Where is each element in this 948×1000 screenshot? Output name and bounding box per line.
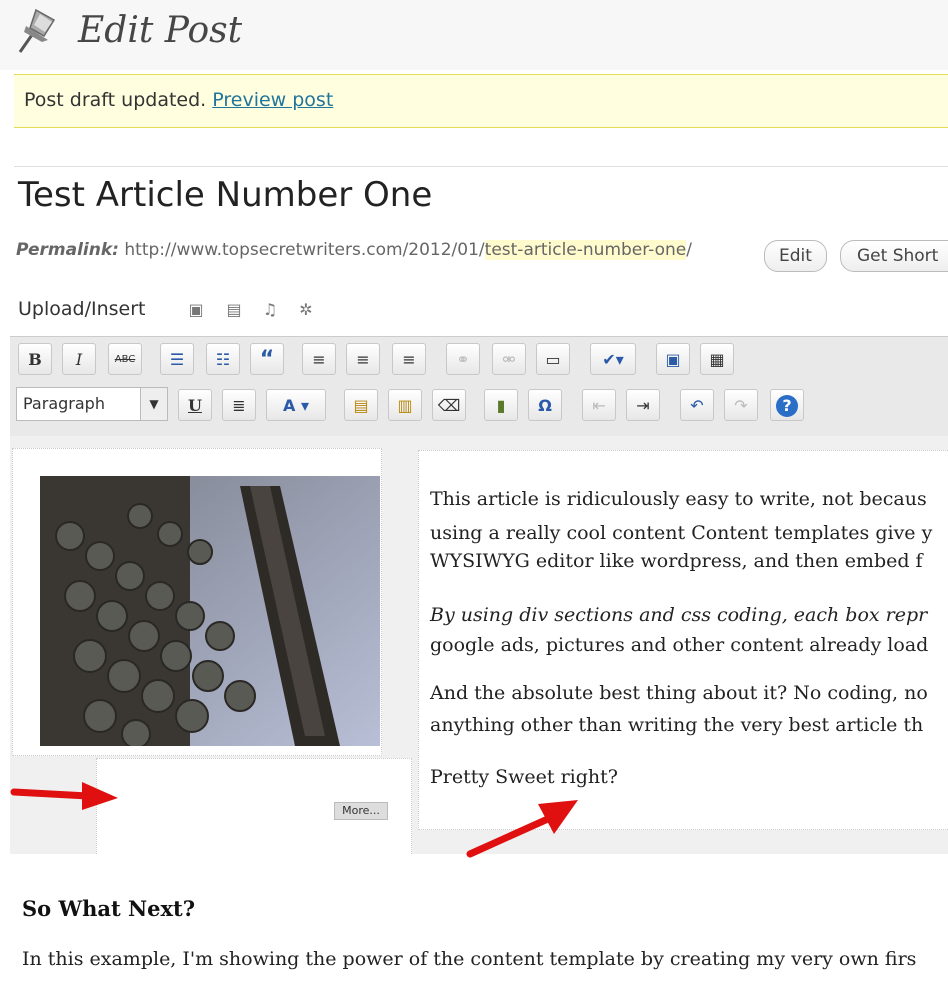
text-color-button[interactable]: A ▾ <box>266 389 326 421</box>
text-color-label: A <box>283 396 296 415</box>
align-left-icon[interactable]: ≡ <box>302 343 336 375</box>
fullscreen-icon[interactable]: ▣ <box>656 343 690 375</box>
help-icon[interactable]: ? <box>770 389 804 421</box>
chevron-down-icon: ▼ <box>140 388 167 420</box>
paragraph-line: This article is ridiculously easy to wri… <box>430 488 927 510</box>
insert-link-icon[interactable]: ⚭ <box>446 343 480 375</box>
strikethrough-button[interactable]: ABC <box>108 343 142 375</box>
redo-icon[interactable]: ↷ <box>724 389 758 421</box>
editor-toolbar: B I ABC ☰ ☷ “ ≡ ≡ ≡ ⚭ ⚮ ▭ ✔▾ ▣ ▦ Paragra… <box>10 336 948 437</box>
underline-button[interactable]: U <box>178 389 212 421</box>
paste-text-icon[interactable]: ▤ <box>344 389 378 421</box>
typewriter-image <box>40 476 380 746</box>
italic-button[interactable]: I <box>62 343 96 375</box>
more-button[interactable]: More... <box>334 802 388 820</box>
add-media-icon[interactable]: ✲ <box>296 300 316 320</box>
page-title: Edit Post <box>78 10 243 51</box>
permalink-slug[interactable]: test-article-number-one <box>484 240 687 260</box>
notice-text: Post draft updated. Preview post <box>24 89 333 111</box>
blockquote-icon[interactable]: “ <box>250 343 284 375</box>
insert-media-icon[interactable]: ▮ <box>484 389 518 421</box>
special-character-icon[interactable]: Ω <box>528 389 562 421</box>
align-right-icon[interactable]: ≡ <box>392 343 426 375</box>
justify-icon[interactable]: ≣ <box>222 389 256 421</box>
page-header: Edit Post <box>0 0 948 70</box>
spellcheck-icon[interactable]: ✔▾ <box>590 343 636 375</box>
bullet-list-icon[interactable]: ☰ <box>160 343 194 375</box>
align-center-icon[interactable]: ≡ <box>346 343 380 375</box>
lower-content-box <box>10 854 948 1000</box>
preview-post-link[interactable]: Preview post <box>212 89 333 111</box>
bold-button[interactable]: B <box>18 343 52 375</box>
post-title-value: Test Article Number One <box>18 175 433 215</box>
format-select-value: Paragraph <box>23 394 105 413</box>
paragraph-line: By using div sections and css coding, ea… <box>430 604 928 626</box>
eraser-icon[interactable]: ⌫ <box>432 389 466 421</box>
paragraph-line: anything other than writing the very bes… <box>430 714 924 736</box>
red-arrow-icon <box>466 800 578 858</box>
notice-message: Post draft updated. <box>24 89 207 111</box>
paragraph-line: WYSIWYG editor like wordpress, and then … <box>430 550 923 572</box>
numbered-list-icon[interactable]: ☷ <box>206 343 240 375</box>
paste-word-icon[interactable]: ▥ <box>388 389 422 421</box>
undo-icon[interactable]: ↶ <box>680 389 714 421</box>
add-audio-icon[interactable]: ♫ <box>260 300 280 320</box>
paragraph-line: using a really cool content Content temp… <box>430 522 933 544</box>
red-arrow-icon <box>10 782 118 810</box>
paragraph-line: Pretty Sweet right? <box>430 766 618 788</box>
permalink-label: Permalink: <box>16 240 119 260</box>
insert-more-tag-icon[interactable]: ▭ <box>536 343 570 375</box>
format-select[interactable]: Paragraph ▼ <box>16 387 168 421</box>
pushpin-icon <box>18 8 56 53</box>
add-image-icon[interactable]: ▣ <box>186 300 206 320</box>
permalink-base: http://www.topsecretwriters.com/2012/01/ <box>124 240 485 260</box>
section-heading: So What Next? <box>22 896 196 921</box>
kitchen-sink-icon[interactable]: ▦ <box>700 343 734 375</box>
bottom-paragraph: In this example, I'm showing the power o… <box>22 948 917 970</box>
permalink-row: Permalink: http://www.topsecretwriters.c… <box>16 240 692 272</box>
upload-insert-label: Upload/Insert <box>18 298 146 320</box>
unlink-icon[interactable]: ⚮ <box>492 343 526 375</box>
paragraph-line: And the absolute best thing about it? No… <box>430 682 928 704</box>
post-title-field[interactable]: Test Article Number One <box>14 166 948 223</box>
indent-icon[interactable]: ⇥ <box>626 389 660 421</box>
outdent-icon[interactable]: ⇤ <box>582 389 616 421</box>
add-video-icon[interactable]: ▤ <box>224 300 244 320</box>
paragraph-line: google ads, pictures and other content a… <box>430 634 929 656</box>
get-shortlink-button[interactable]: Get Short <box>840 240 948 272</box>
permalink-edit-button[interactable]: Edit <box>764 240 827 272</box>
editor-content[interactable]: More... This article is ridiculously eas… <box>10 436 948 1000</box>
update-notice: Post draft updated. Preview post <box>14 74 948 128</box>
permalink-trailing: / <box>686 240 692 260</box>
